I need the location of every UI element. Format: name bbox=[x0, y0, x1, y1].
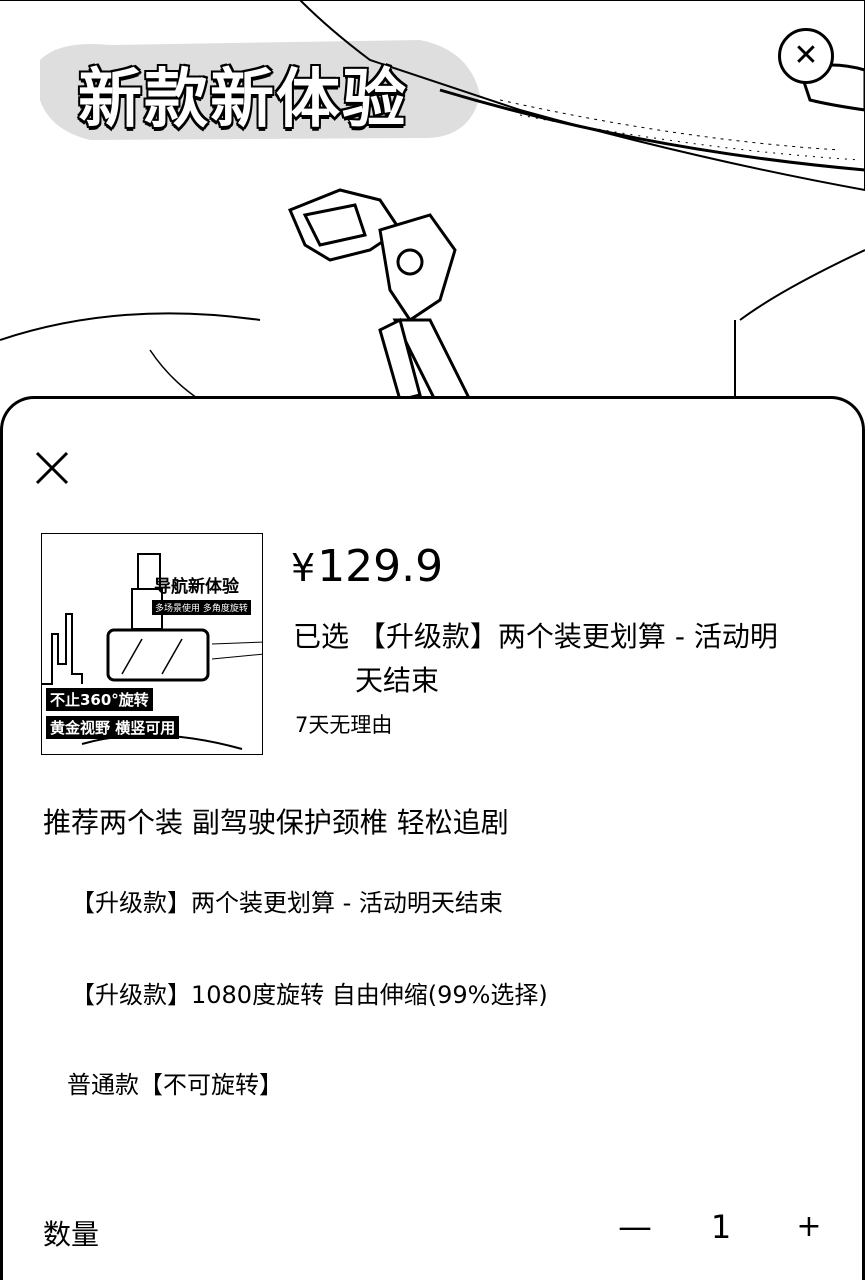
banner-close-icon[interactable]: ✕ bbox=[778, 28, 834, 84]
quantity-plus-button[interactable]: + bbox=[789, 1207, 829, 1247]
price-value: 129.9 bbox=[317, 541, 444, 592]
quantity-label: 数量 bbox=[43, 1218, 100, 1251]
sku-selection-sheet: 导航新体验 多场景使用 多角度旋转 不止360°旋转 黄金视野 横竖可用 ¥12… bbox=[0, 396, 865, 1280]
selected-prefix: 已选 bbox=[293, 620, 350, 653]
banner-title: 新款新体验 bbox=[77, 62, 408, 139]
thumbnail-badge-rotation: 不止360°旋转 bbox=[46, 688, 153, 711]
thumbnail-badge-view: 黄金视野 横竖可用 bbox=[46, 716, 180, 739]
selected-variant-line1: 【升级款】两个装更划算 - 活动明 bbox=[357, 620, 778, 653]
thumbnail-title: 导航新体验 bbox=[154, 577, 239, 597]
return-policy: 7天无理由 bbox=[295, 713, 393, 737]
option-upgrade-1080-rotation[interactable]: 【升级款】1080度旋转 自由伸缩(99%选择) bbox=[71, 975, 548, 1010]
option-upgrade-two-pack[interactable]: 【升级款】两个装更划算 - 活动明天结束 bbox=[71, 883, 503, 918]
price: ¥129.9 bbox=[291, 541, 443, 594]
quantity-minus-button[interactable]: — bbox=[615, 1207, 655, 1247]
close-icon[interactable] bbox=[33, 449, 71, 487]
price-currency: ¥ bbox=[291, 546, 316, 590]
product-thumbnail[interactable]: 导航新体验 多场景使用 多角度旋转 不止360°旋转 黄金视野 横竖可用 bbox=[41, 533, 263, 755]
product-banner-image: 新款新体验 ✕ bbox=[0, 0, 865, 430]
quantity-value[interactable]: 1 bbox=[699, 1207, 743, 1247]
option-standard-no-rotation[interactable]: 普通款【不可旋转】 bbox=[67, 1065, 283, 1100]
selected-variant: 已选 【升级款】两个装更划算 - 活动明 天结束 bbox=[293, 615, 833, 703]
selected-variant-line2: 天结束 bbox=[355, 664, 440, 697]
options-title: 推荐两个装 副驾驶保护颈椎 轻松追剧 bbox=[43, 806, 509, 839]
thumbnail-subtitle: 多场景使用 多角度旋转 bbox=[152, 600, 251, 615]
